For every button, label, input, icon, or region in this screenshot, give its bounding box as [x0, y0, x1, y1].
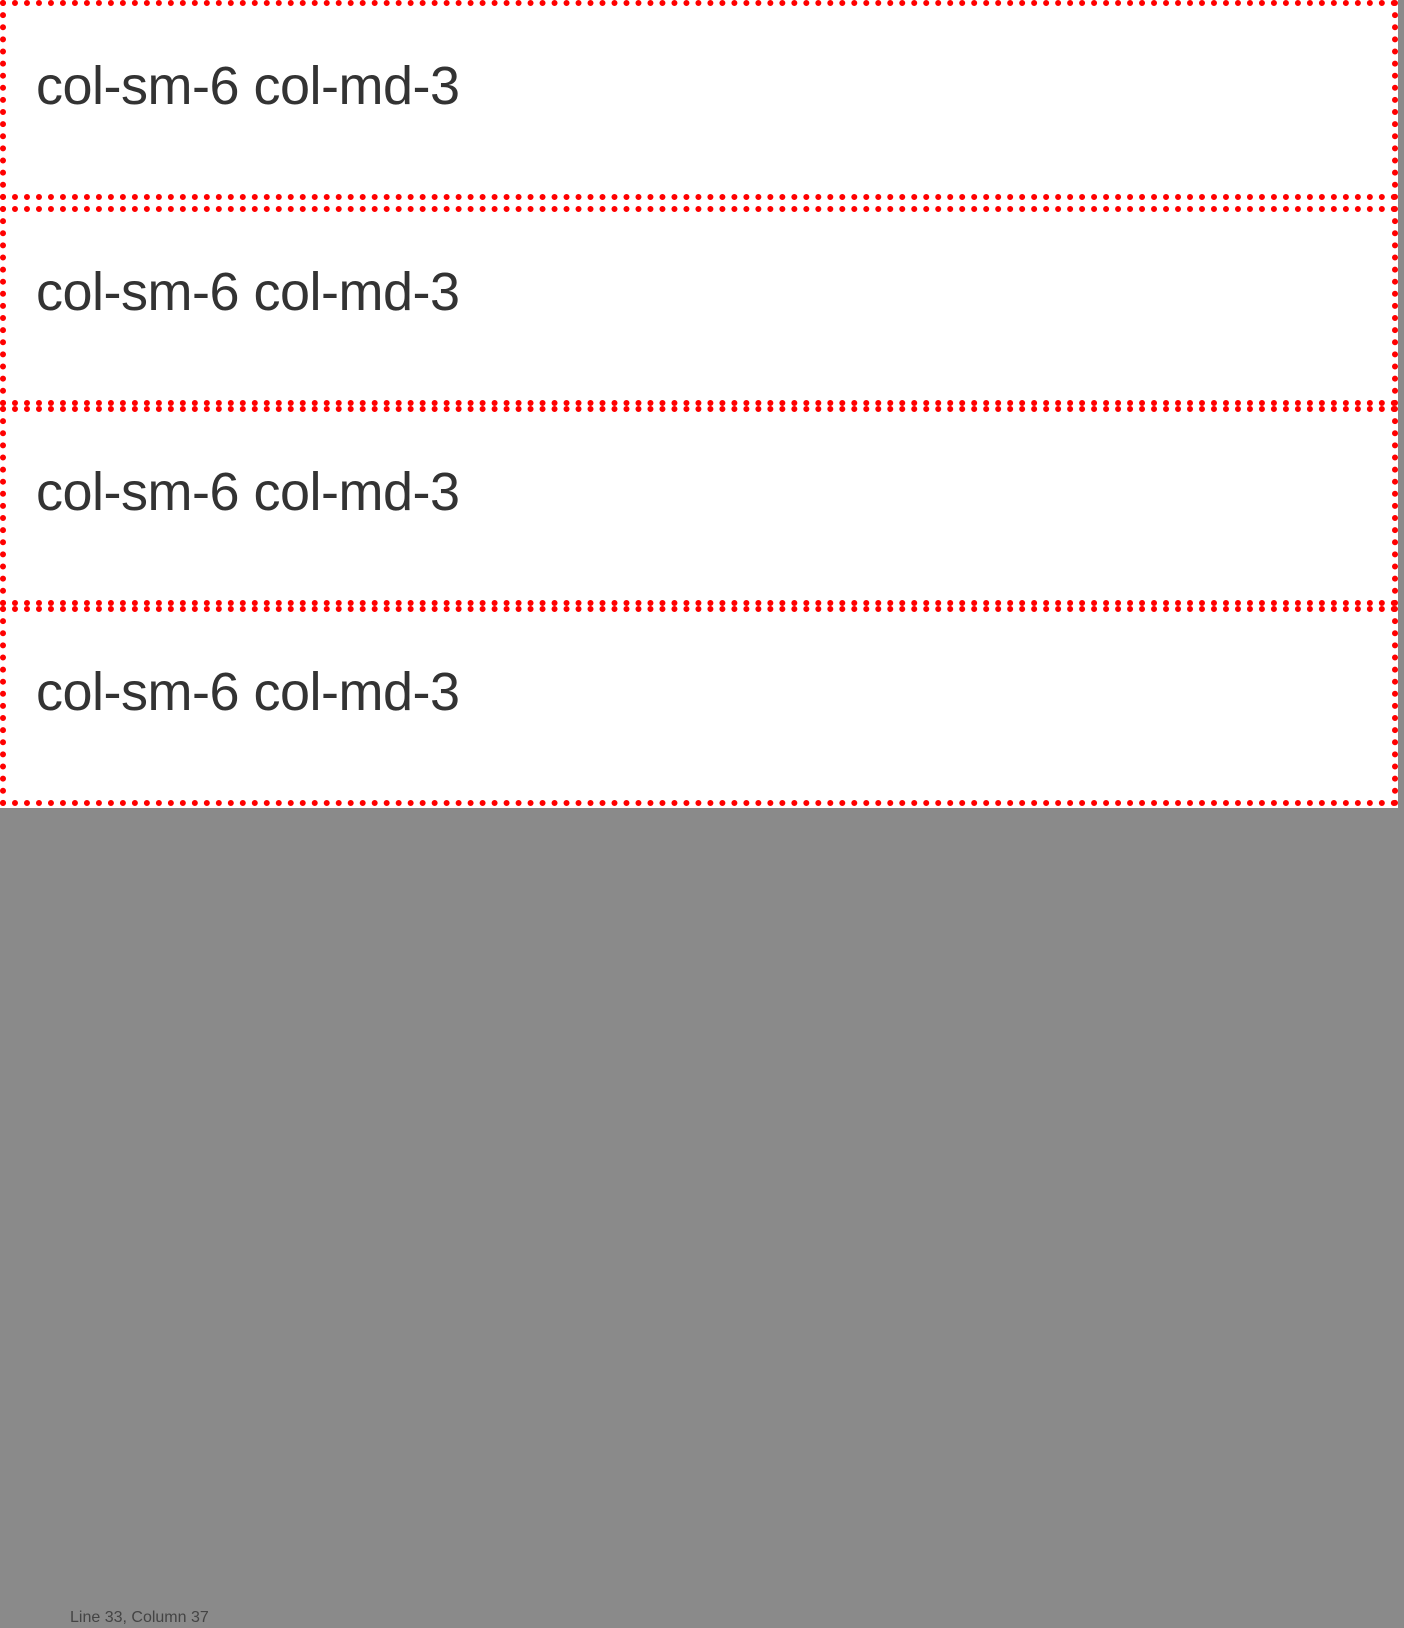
grid-column-4: col-sm-6 col-md-3 — [0, 606, 1398, 806]
window-frame-bottom: Line 33, Column 37 — [0, 808, 1404, 816]
column-label: col-sm-6 col-md-3 — [36, 460, 460, 524]
window-frame-right — [1398, 0, 1404, 816]
grid-column-3: col-sm-6 col-md-3 — [0, 406, 1398, 606]
grid-column-2: col-sm-6 col-md-3 — [0, 206, 1398, 406]
page-viewport: col-sm-6 col-md-3 col-sm-6 col-md-3 col-… — [0, 0, 1398, 808]
column-label: col-sm-6 col-md-3 — [36, 54, 460, 118]
column-label: col-sm-6 col-md-3 — [36, 660, 460, 724]
grid-column-1: col-sm-6 col-md-3 — [0, 0, 1398, 200]
statusbar-text: Line 33, Column 37 — [70, 1608, 209, 1628]
column-label: col-sm-6 col-md-3 — [36, 260, 460, 324]
